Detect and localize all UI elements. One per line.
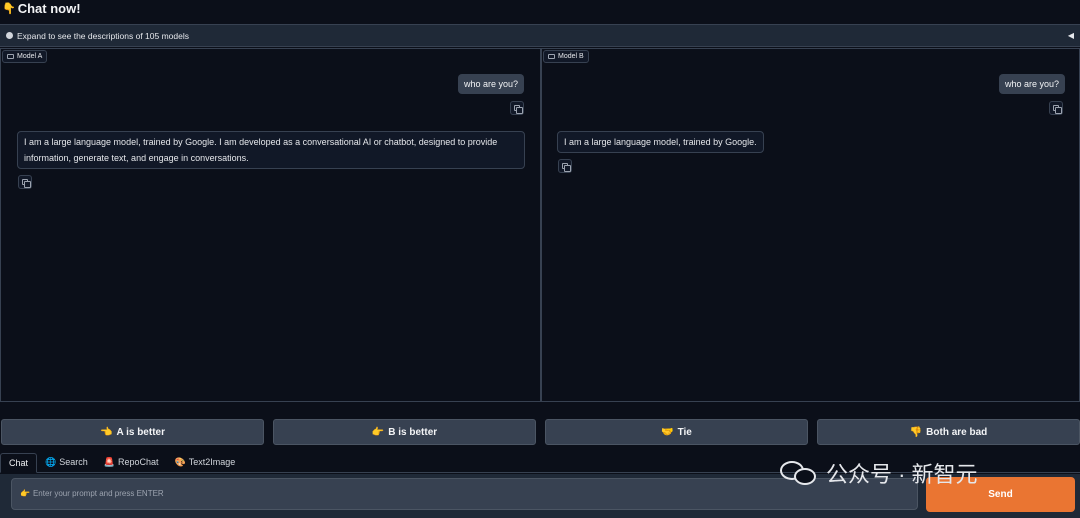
model-a-tag-label: Model A <box>17 53 43 60</box>
model-b-tag: Model B <box>543 50 589 63</box>
palette-icon: 🎨 <box>174 456 186 467</box>
copy-icon <box>22 179 31 188</box>
accordion-label: Expand to see the descriptions of 105 mo… <box>17 30 189 41</box>
point-left-icon: 👈 <box>100 426 113 438</box>
chatbot-icon <box>7 54 14 59</box>
copy-user-message-button[interactable] <box>1049 101 1063 115</box>
point-right-icon: 👉 <box>371 426 385 438</box>
b-is-better-button[interactable]: 👉 B is better <box>273 419 536 445</box>
chatbot-icon <box>548 54 555 59</box>
copy-icon <box>562 163 571 172</box>
tab-text2image-label: Text2Image <box>188 457 236 467</box>
thumbs-down-icon: 👎 <box>909 426 923 438</box>
globe-icon: 🌐 <box>45 456 57 467</box>
tab-chat[interactable]: Chat <box>0 453 38 473</box>
model-a-tag: Model A <box>2 50 48 63</box>
pointing-down-icon: 👇 <box>2 2 16 15</box>
model-b-tag-label: Model B <box>558 53 584 60</box>
watermark: 公众号 · 新智元 <box>780 455 978 491</box>
both-are-bad-label: Both are bad <box>926 426 988 438</box>
copy-user-message-button[interactable] <box>510 101 524 115</box>
copy-bot-message-button[interactable] <box>18 175 32 189</box>
point-right-icon: 👉 <box>20 489 30 498</box>
watermark-text: 公众号 · 新智元 <box>826 462 978 487</box>
chat-panel-model-b: Model B who are you? I am a large langua… <box>541 48 1080 402</box>
chat-panel-model-a: Model A who are you? I am a large langua… <box>0 48 541 402</box>
prompt-placeholder: Enter your prompt and press ENTER <box>32 489 164 498</box>
bot-message: I am a large language model, trained by … <box>17 131 525 169</box>
handshake-icon: 🤝 <box>661 426 674 438</box>
copy-bot-message-button[interactable] <box>558 159 572 173</box>
page-title: 👇 Chat now! <box>2 0 81 16</box>
siren-icon: 🚨 <box>103 456 115 467</box>
wechat-icon <box>780 459 818 487</box>
collapse-arrow-icon[interactable]: ◀ <box>1068 31 1074 40</box>
user-message: who are you? <box>457 74 524 94</box>
tab-text2image[interactable]: 🎨 Text2Image <box>167 452 244 472</box>
both-are-bad-button[interactable]: 👎 Both are bad <box>817 419 1080 445</box>
bullet-icon <box>6 32 13 39</box>
models-accordion[interactable]: Expand to see the descriptions of 105 mo… <box>0 24 1080 47</box>
tie-label: Tie <box>677 426 692 438</box>
page-title-text: Chat now! <box>17 0 81 16</box>
bot-message: I am a large language model, trained by … <box>557 131 764 153</box>
tab-repochat-label: RepoChat <box>117 457 159 467</box>
user-message: who are you? <box>998 74 1065 94</box>
a-is-better-button[interactable]: 👈 A is better <box>1 419 264 445</box>
a-is-better-label: A is better <box>116 426 165 438</box>
copy-icon <box>514 105 523 114</box>
copy-icon <box>1053 105 1062 114</box>
tab-chat-label: Chat <box>9 458 29 468</box>
tie-button[interactable]: 🤝 Tie <box>545 419 808 445</box>
tab-repochat[interactable]: 🚨 RepoChat <box>96 452 167 472</box>
tab-search[interactable]: 🌐 Search <box>37 452 96 472</box>
b-is-better-label: B is better <box>388 426 438 438</box>
tab-search-label: Search <box>59 457 88 467</box>
